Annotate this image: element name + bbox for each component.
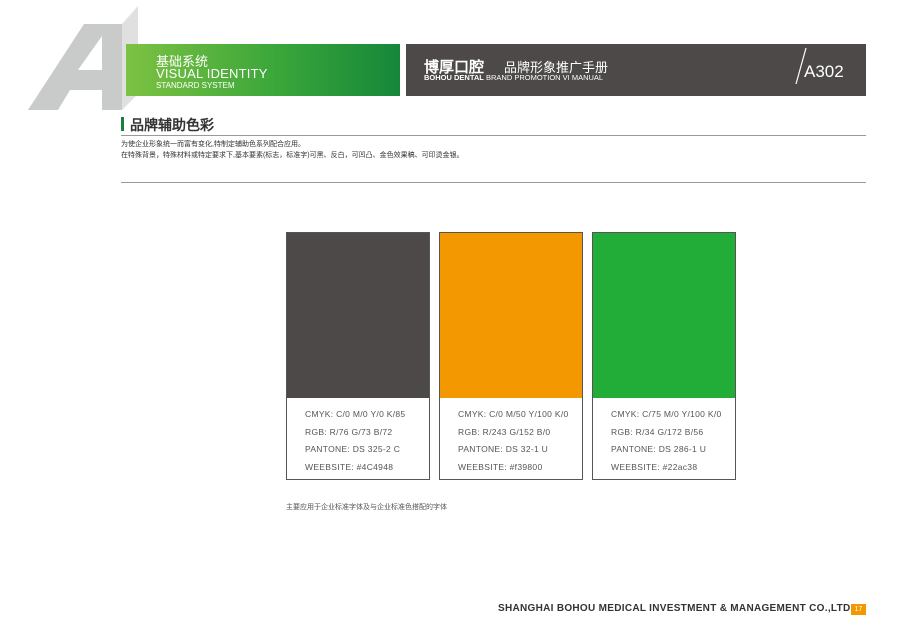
section-marker — [121, 117, 124, 131]
page-number-badge: 17 — [851, 604, 866, 615]
swatch-cmyk: CMYK: C/75 M/0 Y/100 K/0 — [611, 409, 722, 419]
section-title: 品牌辅助色彩 — [130, 117, 214, 133]
color-swatch-fill — [440, 233, 582, 398]
swatch-cmyk: CMYK: C/0 M/50 Y/100 K/0 — [458, 409, 569, 419]
color-swatch-card: CMYK: C/0 M/0 Y/0 K/85 RGB: R/76 G/73 B/… — [286, 232, 430, 480]
description-line-1: 为使企业形象统一而富有变化,特制定辅助色系列配合应用。 — [121, 141, 305, 148]
page-code: A302 — [804, 62, 844, 81]
swatch-rgb: RGB: R/76 G/73 B/72 — [305, 426, 393, 437]
swatch-pantone: PANTONE: DS 286-1 U — [611, 444, 707, 454]
color-swatch-card: CMYK: C/75 M/0 Y/100 K/0 RGB: R/34 G/172… — [592, 232, 736, 480]
color-swatch-info: CMYK: C/0 M/50 Y/100 K/0 RGB: R/243 G/15… — [440, 398, 582, 479]
color-swatch-card: CMYK: C/0 M/50 Y/100 K/0 RGB: R/243 G/15… — [439, 232, 583, 480]
color-swatch-fill — [287, 233, 429, 398]
swatch-web: WEEBSITE: #22ac38 — [611, 461, 698, 472]
manual-title-en: BRAND PROMOTION VI MANUAL — [486, 73, 604, 82]
swatch-pantone: PANTONE: DS 32-1 U — [458, 444, 549, 454]
color-swatch-info: CMYK: C/0 M/0 Y/0 K/85 RGB: R/76 G/73 B/… — [287, 398, 429, 479]
swatch-cmyk: CMYK: C/0 M/0 Y/0 K/85 — [305, 409, 406, 419]
color-swatch-info: CMYK: C/75 M/0 Y/100 K/0 RGB: R/34 G/172… — [593, 398, 735, 479]
color-swatch-fill — [593, 233, 735, 398]
brand-name-en: BOHOU DENTAL — [424, 73, 484, 82]
divider-bottom — [121, 182, 866, 183]
section-title-en: VISUAL IDENTITY — [156, 66, 268, 81]
swatch-web: WEEBSITE: #f39800 — [458, 461, 543, 472]
section-subtitle-en: STANDARD SYSTEM — [156, 81, 235, 90]
swatch-rgb: RGB: R/243 G/152 B/0 — [458, 426, 551, 437]
divider-top — [121, 135, 866, 136]
swatch-web: WEEBSITE: #4C4948 — [305, 461, 394, 472]
manual-header-band: 博厚口腔 品牌形象推广手册 BOHOU DENTAL BRAND PROMOTI… — [406, 44, 866, 96]
swatch-caption: 主要应用于企业标准字体及与企业标准色搭配的字体 — [286, 504, 447, 511]
big-letter-a-logo — [28, 6, 138, 110]
swatch-pantone: PANTONE: DS 325-2 C — [305, 444, 401, 454]
description-line-2: 在特殊背景，特殊材料或特定要求下,基本要素(标志，标准字)可黑、反白，可凹凸、金… — [121, 152, 464, 159]
footer-company: SHANGHAI BOHOU MEDICAL INVESTMENT & MANA… — [498, 603, 854, 614]
swatch-rgb: RGB: R/34 G/172 B/56 — [611, 426, 704, 437]
section-header-band: 基础系统 VISUAL IDENTITY STANDARD SYSTEM — [126, 44, 400, 96]
